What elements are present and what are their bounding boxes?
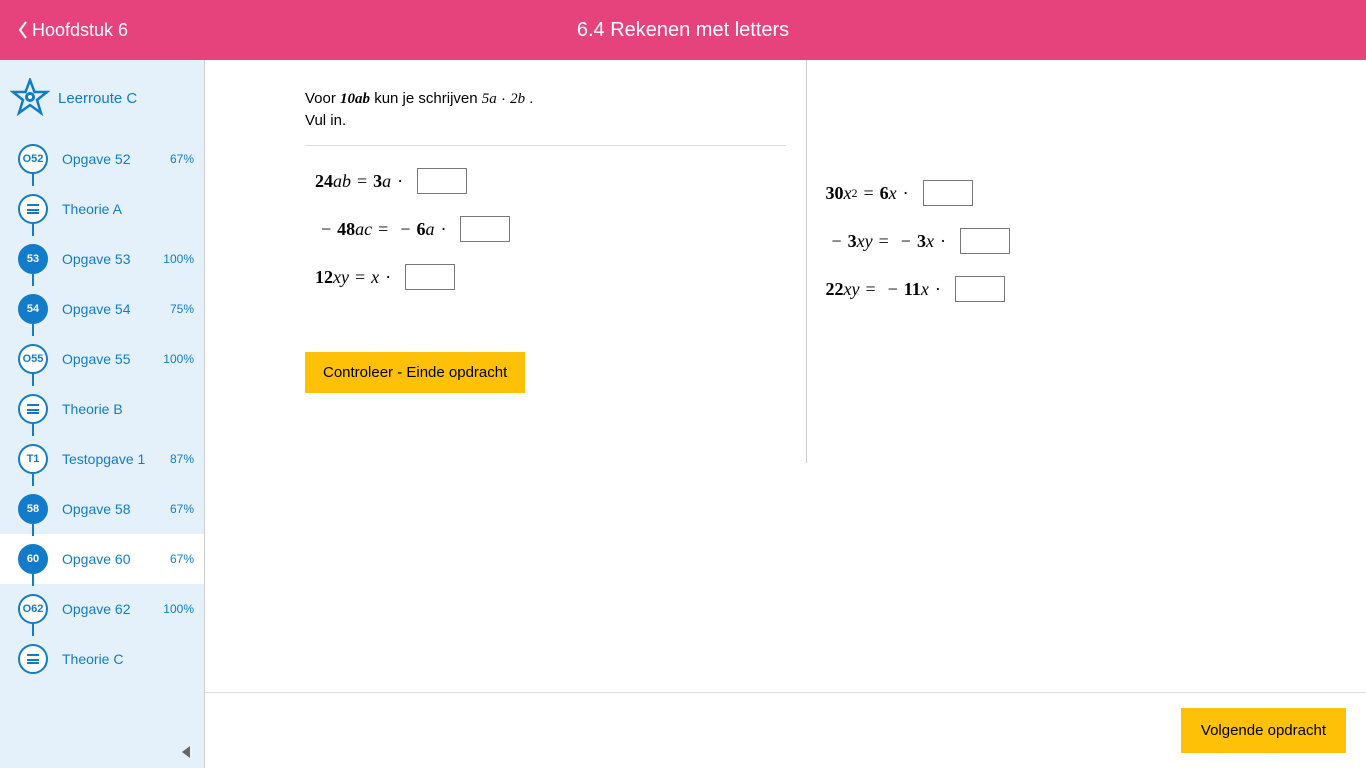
content-scroll[interactable]: Voor 10ab kun je schrijven 5a · 2b . Vul… xyxy=(205,60,1366,692)
equation-row: −48ac = −6a· xyxy=(315,216,786,242)
sidebar-item-score: 100% xyxy=(163,252,194,266)
equation-row: −3xy = −3x· xyxy=(826,228,1297,254)
sidebar-item-label: Opgave 58 xyxy=(62,501,170,517)
item-badge: O62 xyxy=(18,594,48,624)
chevron-left-icon xyxy=(18,21,28,39)
sidebar-item-score: 75% xyxy=(170,302,194,316)
sidebar-item[interactable]: 60 Opgave 6067% xyxy=(0,534,204,584)
sidebar-item[interactable]: O62 Opgave 62100% xyxy=(0,584,204,634)
main-content: Voor 10ab kun je schrijven 5a · 2b . Vul… xyxy=(205,60,1366,768)
item-badge: T1 xyxy=(18,444,48,474)
next-button[interactable]: Volgende opdracht xyxy=(1181,708,1346,753)
route-header: Leerroute C xyxy=(0,60,204,134)
equation-row: 30x2 = 6x· xyxy=(826,180,1297,206)
item-badge: O55 xyxy=(18,344,48,374)
equation-row: 12xy = x· xyxy=(315,264,786,290)
sidebar-item[interactable]: O55 Opgave 55100% xyxy=(0,334,204,384)
sidebar-item[interactable]: Theorie C xyxy=(0,634,204,684)
sidebar-item[interactable]: Theorie A xyxy=(0,184,204,234)
sidebar-item[interactable]: O52 Opgave 5267% xyxy=(0,134,204,184)
answer-input[interactable] xyxy=(405,264,455,290)
sidebar-item-label: Opgave 53 xyxy=(62,251,163,267)
theory-icon xyxy=(18,644,48,674)
sidebar-item[interactable]: 54 Opgave 5475% xyxy=(0,284,204,334)
sidebar-item-label: Theorie B xyxy=(62,401,194,417)
sidebar-collapse-button[interactable] xyxy=(176,742,196,762)
answer-input[interactable] xyxy=(460,216,510,242)
item-badge: 58 xyxy=(18,494,48,524)
sidebar-item[interactable]: Theorie B xyxy=(0,384,204,434)
sidebar-item-label: Opgave 52 xyxy=(62,151,170,167)
item-badge: O52 xyxy=(18,144,48,174)
sidebar-scroll[interactable]: Leerroute C O52Opgave 5267%Theorie A53Op… xyxy=(0,60,204,738)
answer-input[interactable] xyxy=(417,168,467,194)
item-badge: 53 xyxy=(18,244,48,274)
question-column-left: Voor 10ab kun je schrijven 5a · 2b . Vul… xyxy=(305,80,816,403)
answer-input[interactable] xyxy=(923,180,973,206)
item-badge: 60 xyxy=(18,544,48,574)
sidebar-item[interactable]: T1 Testopgave 187% xyxy=(0,434,204,484)
sidebar-item-label: Testopgave 1 xyxy=(62,451,170,467)
sidebar-item-score: 87% xyxy=(170,452,194,466)
sidebar-item-score: 100% xyxy=(163,602,194,616)
sidebar-item-label: Theorie C xyxy=(62,651,194,667)
page-title: 6.4 Rekenen met letters xyxy=(0,19,1366,42)
question-intro: Voor 10ab kun je schrijven 5a · 2b . Vul… xyxy=(305,90,786,146)
back-button[interactable]: Hoofdstuk 6 xyxy=(0,20,128,41)
sidebar-item-score: 67% xyxy=(170,552,194,566)
sidebar-item-label: Opgave 60 xyxy=(62,551,170,567)
check-button[interactable]: Controleer - Einde opdracht xyxy=(305,352,525,393)
footer: Volgende opdracht xyxy=(205,692,1366,768)
sidebar-item-score: 67% xyxy=(170,152,194,166)
sidebar-item-label: Opgave 54 xyxy=(62,301,170,317)
answer-input[interactable] xyxy=(960,228,1010,254)
sidebar-item-score: 100% xyxy=(163,352,194,366)
sidebar: Leerroute C O52Opgave 5267%Theorie A53Op… xyxy=(0,60,205,768)
sidebar-item[interactable]: 53 Opgave 53100% xyxy=(0,234,204,284)
theory-icon xyxy=(18,394,48,424)
answer-input[interactable] xyxy=(955,276,1005,302)
equation-row: 22xy = −11x· xyxy=(826,276,1297,302)
sidebar-item[interactable]: 58 Opgave 5867% xyxy=(0,484,204,534)
star-icon xyxy=(10,78,50,118)
sidebar-item-score: 67% xyxy=(170,502,194,516)
page-header: Hoofdstuk 6 6.4 Rekenen met letters xyxy=(0,0,1366,60)
back-label: Hoofdstuk 6 xyxy=(32,20,128,41)
item-badge: 54 xyxy=(18,294,48,324)
theory-icon xyxy=(18,194,48,224)
sidebar-item-label: Opgave 62 xyxy=(62,601,163,617)
question-column-right: 30x2 = 6x· −3xy = −3x· 22xy = −11x· xyxy=(816,80,1327,403)
route-label: Leerroute C xyxy=(58,90,137,107)
sidebar-item-label: Opgave 55 xyxy=(62,351,163,367)
equation-row: 24ab = 3a· xyxy=(315,168,786,194)
sidebar-item-label: Theorie A xyxy=(62,201,194,217)
